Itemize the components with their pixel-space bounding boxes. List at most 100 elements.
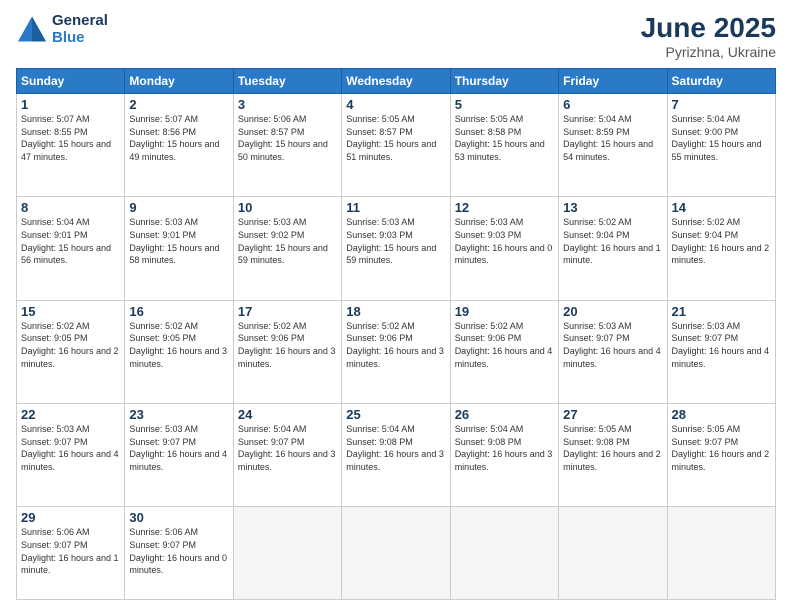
table-row: 6 Sunrise: 5:04 AMSunset: 8:59 PMDayligh…: [559, 94, 667, 197]
day-info: Sunrise: 5:07 AMSunset: 8:55 PMDaylight:…: [21, 113, 120, 163]
day-info: Sunrise: 5:02 AMSunset: 9:06 PMDaylight:…: [346, 320, 445, 370]
day-number: 1: [21, 97, 120, 112]
table-row: [559, 507, 667, 600]
day-info: Sunrise: 5:04 AMSunset: 9:00 PMDaylight:…: [672, 113, 771, 163]
table-row: 22 Sunrise: 5:03 AMSunset: 9:07 PMDaylig…: [17, 404, 125, 507]
table-row: 15 Sunrise: 5:02 AMSunset: 9:05 PMDaylig…: [17, 300, 125, 403]
day-number: 13: [563, 200, 662, 215]
table-row: 11 Sunrise: 5:03 AMSunset: 9:03 PMDaylig…: [342, 197, 450, 300]
page: General Blue June 2025 Pyrizhna, Ukraine…: [0, 0, 792, 612]
day-number: 2: [129, 97, 228, 112]
day-number: 11: [346, 200, 445, 215]
calendar-week-row: 29 Sunrise: 5:06 AMSunset: 9:07 PMDaylig…: [17, 507, 776, 600]
table-row: 14 Sunrise: 5:02 AMSunset: 9:04 PMDaylig…: [667, 197, 775, 300]
col-friday: Friday: [559, 69, 667, 94]
table-row: 20 Sunrise: 5:03 AMSunset: 9:07 PMDaylig…: [559, 300, 667, 403]
day-info: Sunrise: 5:03 AMSunset: 9:01 PMDaylight:…: [129, 216, 228, 266]
table-row: 21 Sunrise: 5:03 AMSunset: 9:07 PMDaylig…: [667, 300, 775, 403]
day-info: Sunrise: 5:05 AMSunset: 8:58 PMDaylight:…: [455, 113, 554, 163]
day-number: 23: [129, 407, 228, 422]
calendar-week-row: 22 Sunrise: 5:03 AMSunset: 9:07 PMDaylig…: [17, 404, 776, 507]
day-info: Sunrise: 5:05 AMSunset: 9:08 PMDaylight:…: [563, 423, 662, 473]
table-row: 24 Sunrise: 5:04 AMSunset: 9:07 PMDaylig…: [233, 404, 341, 507]
day-number: 24: [238, 407, 337, 422]
day-info: Sunrise: 5:06 AMSunset: 9:07 PMDaylight:…: [129, 526, 228, 576]
table-row: 1 Sunrise: 5:07 AMSunset: 8:55 PMDayligh…: [17, 94, 125, 197]
table-row: [450, 507, 558, 600]
day-info: Sunrise: 5:07 AMSunset: 8:56 PMDaylight:…: [129, 113, 228, 163]
day-info: Sunrise: 5:02 AMSunset: 9:05 PMDaylight:…: [129, 320, 228, 370]
table-row: 30 Sunrise: 5:06 AMSunset: 9:07 PMDaylig…: [125, 507, 233, 600]
month-year: June 2025: [641, 12, 776, 44]
table-row: 27 Sunrise: 5:05 AMSunset: 9:08 PMDaylig…: [559, 404, 667, 507]
day-info: Sunrise: 5:02 AMSunset: 9:06 PMDaylight:…: [238, 320, 337, 370]
day-info: Sunrise: 5:04 AMSunset: 8:59 PMDaylight:…: [563, 113, 662, 163]
day-number: 9: [129, 200, 228, 215]
day-info: Sunrise: 5:02 AMSunset: 9:04 PMDaylight:…: [563, 216, 662, 266]
day-number: 22: [21, 407, 120, 422]
header: General Blue June 2025 Pyrizhna, Ukraine: [16, 12, 776, 60]
day-info: Sunrise: 5:05 AMSunset: 9:07 PMDaylight:…: [672, 423, 771, 473]
day-number: 8: [21, 200, 120, 215]
table-row: 25 Sunrise: 5:04 AMSunset: 9:08 PMDaylig…: [342, 404, 450, 507]
table-row: 23 Sunrise: 5:03 AMSunset: 9:07 PMDaylig…: [125, 404, 233, 507]
calendar-table: Sunday Monday Tuesday Wednesday Thursday…: [16, 68, 776, 600]
day-number: 27: [563, 407, 662, 422]
table-row: 2 Sunrise: 5:07 AMSunset: 8:56 PMDayligh…: [125, 94, 233, 197]
day-info: Sunrise: 5:02 AMSunset: 9:06 PMDaylight:…: [455, 320, 554, 370]
day-info: Sunrise: 5:06 AMSunset: 9:07 PMDaylight:…: [21, 526, 120, 576]
day-number: 14: [672, 200, 771, 215]
table-row: 4 Sunrise: 5:05 AMSunset: 8:57 PMDayligh…: [342, 94, 450, 197]
day-info: Sunrise: 5:02 AMSunset: 9:05 PMDaylight:…: [21, 320, 120, 370]
day-info: Sunrise: 5:03 AMSunset: 9:07 PMDaylight:…: [129, 423, 228, 473]
day-info: Sunrise: 5:04 AMSunset: 9:08 PMDaylight:…: [455, 423, 554, 473]
logo-icon: [16, 15, 48, 43]
day-number: 16: [129, 304, 228, 319]
day-number: 20: [563, 304, 662, 319]
day-number: 19: [455, 304, 554, 319]
col-monday: Monday: [125, 69, 233, 94]
table-row: 19 Sunrise: 5:02 AMSunset: 9:06 PMDaylig…: [450, 300, 558, 403]
day-number: 12: [455, 200, 554, 215]
day-info: Sunrise: 5:05 AMSunset: 8:57 PMDaylight:…: [346, 113, 445, 163]
logo: General Blue: [16, 12, 108, 46]
day-number: 3: [238, 97, 337, 112]
table-row: 29 Sunrise: 5:06 AMSunset: 9:07 PMDaylig…: [17, 507, 125, 600]
table-row: 5 Sunrise: 5:05 AMSunset: 8:58 PMDayligh…: [450, 94, 558, 197]
table-row: 26 Sunrise: 5:04 AMSunset: 9:08 PMDaylig…: [450, 404, 558, 507]
day-number: 26: [455, 407, 554, 422]
day-info: Sunrise: 5:03 AMSunset: 9:07 PMDaylight:…: [563, 320, 662, 370]
day-number: 7: [672, 97, 771, 112]
table-row: 16 Sunrise: 5:02 AMSunset: 9:05 PMDaylig…: [125, 300, 233, 403]
col-thursday: Thursday: [450, 69, 558, 94]
day-info: Sunrise: 5:04 AMSunset: 9:01 PMDaylight:…: [21, 216, 120, 266]
calendar-week-row: 15 Sunrise: 5:02 AMSunset: 9:05 PMDaylig…: [17, 300, 776, 403]
table-row: 3 Sunrise: 5:06 AMSunset: 8:57 PMDayligh…: [233, 94, 341, 197]
day-info: Sunrise: 5:04 AMSunset: 9:07 PMDaylight:…: [238, 423, 337, 473]
day-number: 28: [672, 407, 771, 422]
day-number: 10: [238, 200, 337, 215]
table-row: [342, 507, 450, 600]
table-row: 12 Sunrise: 5:03 AMSunset: 9:03 PMDaylig…: [450, 197, 558, 300]
table-row: 10 Sunrise: 5:03 AMSunset: 9:02 PMDaylig…: [233, 197, 341, 300]
day-number: 25: [346, 407, 445, 422]
col-wednesday: Wednesday: [342, 69, 450, 94]
table-row: 17 Sunrise: 5:02 AMSunset: 9:06 PMDaylig…: [233, 300, 341, 403]
day-info: Sunrise: 5:03 AMSunset: 9:07 PMDaylight:…: [21, 423, 120, 473]
table-row: [667, 507, 775, 600]
table-row: 18 Sunrise: 5:02 AMSunset: 9:06 PMDaylig…: [342, 300, 450, 403]
day-number: 5: [455, 97, 554, 112]
day-info: Sunrise: 5:06 AMSunset: 8:57 PMDaylight:…: [238, 113, 337, 163]
day-info: Sunrise: 5:03 AMSunset: 9:02 PMDaylight:…: [238, 216, 337, 266]
day-number: 6: [563, 97, 662, 112]
table-row: [233, 507, 341, 600]
col-tuesday: Tuesday: [233, 69, 341, 94]
calendar-week-row: 1 Sunrise: 5:07 AMSunset: 8:55 PMDayligh…: [17, 94, 776, 197]
logo-text: General Blue: [52, 12, 108, 46]
calendar-header-row: Sunday Monday Tuesday Wednesday Thursday…: [17, 69, 776, 94]
table-row: 9 Sunrise: 5:03 AMSunset: 9:01 PMDayligh…: [125, 197, 233, 300]
day-number: 17: [238, 304, 337, 319]
table-row: 8 Sunrise: 5:04 AMSunset: 9:01 PMDayligh…: [17, 197, 125, 300]
day-info: Sunrise: 5:03 AMSunset: 9:03 PMDaylight:…: [346, 216, 445, 266]
day-number: 30: [129, 510, 228, 525]
